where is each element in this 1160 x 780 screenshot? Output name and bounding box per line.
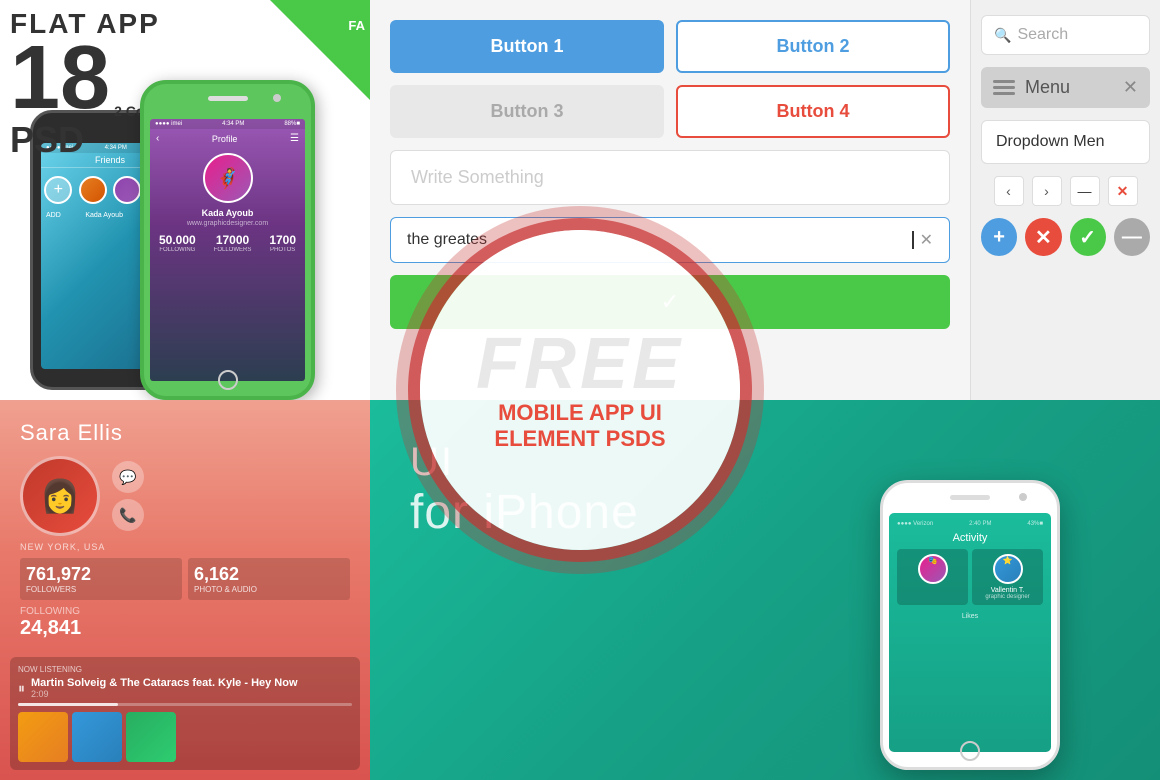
user-cards: 🎭 ⭐ Vallentin T. graphic designer bbox=[897, 549, 1043, 605]
something-placeholder: Write Something bbox=[411, 167, 544, 187]
photo-audio-stat: 6,162 PHOTO & AUDIO bbox=[188, 558, 350, 600]
message-icon-button[interactable]: 💬 bbox=[112, 461, 144, 493]
bottom-left-panel: Sara Ellis 👩 💬 📞 NEW YORK, USA 761,972 F… bbox=[0, 400, 370, 780]
button-3[interactable]: Button 3 bbox=[390, 85, 664, 138]
button-1[interactable]: Button 1 bbox=[390, 20, 664, 73]
overlay-line1: Mobile App UI bbox=[498, 400, 662, 426]
now-playing-bar: Now Listening ⏸ Martin Solveig & The Cat… bbox=[10, 657, 360, 770]
profile-user-name: Kada Ayoub bbox=[150, 208, 305, 218]
minus-button[interactable]: — bbox=[1070, 176, 1100, 206]
music-thumb-3 bbox=[126, 712, 176, 762]
photo-audio-label: PHOTO & AUDIO bbox=[194, 585, 344, 594]
check-icon-circle[interactable]: ✓ bbox=[1070, 218, 1106, 256]
menu-row: Menu ✕ bbox=[981, 67, 1150, 108]
menu-label: Menu bbox=[1025, 77, 1113, 98]
track-time: 2:09 bbox=[31, 689, 298, 699]
photo-audio-count: 6,162 bbox=[194, 564, 344, 585]
free-text: FREE bbox=[476, 328, 684, 400]
phone-camera bbox=[273, 94, 281, 102]
something-input[interactable]: Write Something bbox=[390, 150, 950, 205]
search-placeholder: Search bbox=[1017, 26, 1068, 44]
search-icon: 🔍 bbox=[994, 27, 1011, 44]
user-card-role: graphic designer bbox=[977, 594, 1038, 600]
phone-front: ●●●● imei4:34 PM88%■ ‹ Profile ☰ 🦸 Kada … bbox=[140, 80, 315, 400]
minus-icon-circle[interactable]: — bbox=[1114, 218, 1150, 256]
free-overlay-circle: FREE Mobile App UI Element PSDs bbox=[420, 230, 740, 550]
pagination-row: ‹ › — ✕ bbox=[981, 176, 1150, 206]
iphone-body: ●●●● Verizon2:40 PM43%■ Activity 🎭 ⭐ Val… bbox=[880, 480, 1060, 770]
followers-count: 761,972 bbox=[26, 564, 176, 585]
overlay-line2: Element PSDs bbox=[494, 426, 665, 452]
cancel-icon-circle[interactable]: ✕ bbox=[1025, 218, 1061, 256]
iphone-mockup: ●●●● Verizon2:40 PM43%■ Activity 🎭 ⭐ Val… bbox=[880, 480, 1080, 780]
menu-close-icon[interactable]: ✕ bbox=[1123, 77, 1138, 98]
following-stat: Following 24,841 bbox=[20, 606, 350, 640]
activity-label: Activity bbox=[897, 532, 1043, 544]
music-thumb-2 bbox=[72, 712, 122, 762]
dropdown-label: Dropdown Men bbox=[996, 133, 1105, 150]
now-playing-label: Now Listening bbox=[18, 665, 352, 674]
call-icon-button[interactable]: 📞 bbox=[112, 499, 144, 531]
top-right-panel: 🔍 Search Menu ✕ Dropdown Men ‹ › — ✕ + bbox=[970, 0, 1160, 400]
top-left-panel: FA FLAT APP 18 2 Colors PSD ●●●● imei4:3… bbox=[0, 0, 370, 400]
fa-badge-label: FA bbox=[348, 18, 365, 33]
psd-label: PSD bbox=[10, 119, 84, 160]
iphone-screen-content: ●●●● Verizon2:40 PM43%■ Activity 🎭 ⭐ Val… bbox=[897, 521, 1043, 620]
iphone-home-button[interactable] bbox=[960, 741, 980, 761]
iphone-screen: ●●●● Verizon2:40 PM43%■ Activity 🎭 ⭐ Val… bbox=[889, 513, 1051, 752]
user-card-2: ⭐ Vallentin T. graphic designer bbox=[972, 549, 1043, 605]
add-icon-circle[interactable]: + bbox=[981, 218, 1017, 256]
hamburger-icon bbox=[993, 80, 1015, 95]
user-card-1: 🎭 bbox=[897, 549, 968, 605]
likes-label: Likes bbox=[962, 613, 978, 620]
profile-screen-label: Profile bbox=[212, 134, 238, 144]
following-label: Following bbox=[20, 606, 350, 617]
music-thumb-1 bbox=[18, 712, 68, 762]
number-18: 18 bbox=[10, 38, 110, 119]
now-playing-track: Martin Solveig & The Cataracs feat. Kyle… bbox=[31, 677, 298, 689]
next-button[interactable]: › bbox=[1032, 176, 1062, 206]
phone-home-button[interactable] bbox=[218, 370, 238, 390]
iphone-speaker bbox=[950, 495, 990, 500]
profile-avatar-front: 🦸 bbox=[203, 153, 253, 203]
followers-label: FOLLOWERS bbox=[26, 585, 176, 594]
search-clear-icon[interactable]: ✕ bbox=[920, 230, 933, 250]
profile-card-name: Sara Ellis bbox=[20, 420, 350, 446]
phone-speaker bbox=[208, 96, 248, 101]
iphone-camera bbox=[1019, 493, 1027, 501]
location-label: NEW YORK, USA bbox=[20, 542, 350, 552]
dropdown-menu[interactable]: Dropdown Men bbox=[981, 120, 1150, 164]
action-icons-row: + ✕ ✓ — bbox=[981, 218, 1150, 256]
button-4[interactable]: Button 4 bbox=[676, 85, 950, 138]
button-2[interactable]: Button 2 bbox=[676, 20, 950, 73]
profile-card-avatar: 👩 bbox=[20, 456, 100, 536]
search-text-value: the greates bbox=[407, 231, 912, 249]
music-thumbnails bbox=[18, 712, 352, 762]
prev-button[interactable]: ‹ bbox=[994, 176, 1024, 206]
profile-card: Sara Ellis 👩 💬 📞 NEW YORK, USA 761,972 F… bbox=[0, 400, 370, 780]
following-count: 24,841 bbox=[20, 617, 350, 640]
user-card-name: Vallentin T. bbox=[977, 587, 1038, 594]
followers-stat: 761,972 FOLLOWERS bbox=[20, 558, 182, 600]
search-box[interactable]: 🔍 Search bbox=[981, 15, 1150, 55]
search-text-input[interactable]: the greates ✕ bbox=[390, 217, 950, 263]
close-button[interactable]: ✕ bbox=[1108, 176, 1138, 206]
